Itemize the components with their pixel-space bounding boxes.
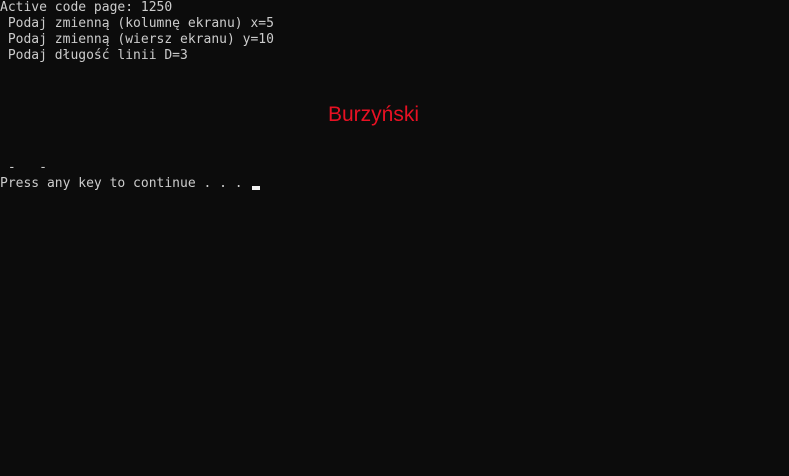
prompt-length-line: Podaj długość linii D=3 [0, 48, 188, 63]
dashes-line: - - [0, 160, 47, 175]
prompt-y-line: Podaj zmienną (wiersz ekranu) y=10 [0, 32, 274, 47]
continue-prompt-text: Press any key to continue . . . [0, 176, 251, 191]
text-cursor [252, 186, 261, 190]
continue-prompt-line: Press any key to continue . . . [0, 176, 261, 192]
red-name-text: Burzyński [328, 103, 420, 126]
code-page-line: Active code page: 1250 [0, 0, 173, 15]
prompt-x-line: Podaj zmienną (kolumnę ekranu) x=5 [0, 16, 274, 31]
console-window[interactable]: Active code page: 1250 Podaj zmienną (ko… [0, 0, 789, 476]
